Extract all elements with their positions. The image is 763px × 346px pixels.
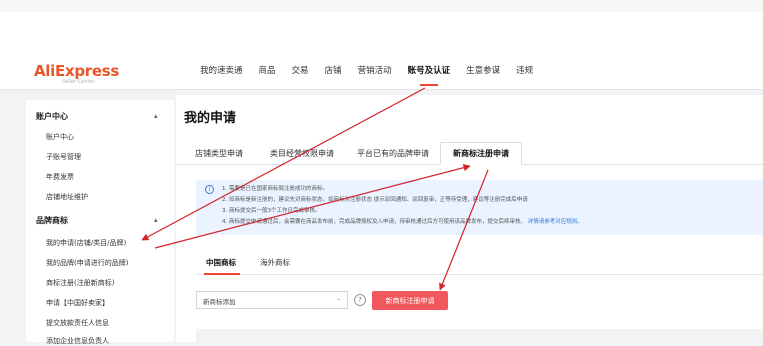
sidebar-item-my-brands[interactable]: 我的品牌(申请进行的品牌) <box>46 258 128 268</box>
tab-store-type[interactable]: 店铺类型申请 <box>182 142 256 165</box>
trademark-type-select[interactable]: 新商标添加 ⌄ <box>196 291 348 309</box>
rules-link[interactable]: 详情请参考对应规则。 <box>528 219 583 225</box>
help-icon[interactable]: ? <box>354 294 366 306</box>
main-content: 我的申请 店铺类型申请 类目经营权限申请 平台已有的品牌申请 新商标注册申请 i… <box>176 95 763 342</box>
nav-store[interactable]: 店铺 <box>325 64 342 80</box>
nav-account-auth[interactable]: 账号及认证 <box>408 64 451 80</box>
logo-subtitle: Seller Center <box>62 79 95 85</box>
main-nav: 我的速卖通 商品 交易 店铺 营销活动 账号及认证 生意参谋 违规 <box>200 64 549 80</box>
sidebar: 账户中心 ▴ 账户中心 子账号管理 年费发票 店铺地址维护 品牌商标 ▴ 我的申… <box>26 100 174 345</box>
sidebar-item-enterprise-info[interactable]: 添加企业信息负责人 <box>46 336 109 346</box>
sidebar-item-annual-invoice[interactable]: 年费发票 <box>46 172 74 182</box>
collapse-icon[interactable]: ▴ <box>154 112 158 120</box>
top-header: AliExpress Seller Center 我的速卖通 商品 交易 店铺 … <box>0 0 763 90</box>
subtab-overseas-trademark[interactable]: 海外商标 <box>260 257 290 268</box>
sidebar-item-my-applications[interactable]: 我的申请(店铺/类目/品牌) <box>46 238 126 248</box>
sidebar-group-account[interactable]: 账户中心 <box>36 111 68 122</box>
trademark-region-tabs: 中国商标 海外商标 <box>196 255 763 275</box>
notice-line: 4. 商标提交申请通过后，会需要在商品发布前，完成品牌授权及入申请，待审核通过后… <box>222 217 583 225</box>
nav-business-advisor[interactable]: 生意参谋 <box>466 64 500 80</box>
sidebar-group-brand[interactable]: 品牌商标 <box>36 215 68 226</box>
notice-line: 3. 商标提交后一般3个工作日完成审核。 <box>222 208 321 214</box>
nav-violations[interactable]: 违规 <box>516 64 533 80</box>
page-title: 我的申请 <box>184 111 237 126</box>
notice-box: i 1. 需要是已在国家商标局注册成功的商标。 2. 如商标是新注册的，建议先对… <box>196 180 763 235</box>
tab-new-trademark[interactable]: 新商标注册申请 <box>440 142 522 165</box>
table-header-placeholder <box>196 329 763 342</box>
sidebar-item-store-address[interactable]: 店铺地址维护 <box>46 192 88 202</box>
nav-my-aliexpress[interactable]: 我的速卖通 <box>200 64 243 80</box>
chevron-down-icon: ⌄ <box>335 295 341 302</box>
sidebar-item-sub-accounts[interactable]: 子账号管理 <box>46 152 81 162</box>
active-subtab-underline <box>204 273 240 275</box>
browser-strip <box>0 0 763 12</box>
notice-line: 1. 需要是已在国家商标局注册成功的商标。 <box>222 186 328 192</box>
subtab-china-trademark[interactable]: 中国商标 <box>206 257 236 268</box>
notice-line-text: 4. 商标提交申请通过后，会需要在商品发布前，完成品牌授权及入申请，待审核通过后… <box>222 219 526 225</box>
info-icon: i <box>205 185 214 194</box>
active-nav-underline <box>420 84 438 86</box>
nav-products[interactable]: 商品 <box>259 64 276 80</box>
sidebar-item-good-seller[interactable]: 申请【中国好卖家】 <box>46 298 109 308</box>
sidebar-item-payout-person[interactable]: 提交放款责任人信息 <box>46 318 109 328</box>
select-value: 新商标添加 <box>203 298 236 306</box>
tab-category-permission[interactable]: 类目经营权限申请 <box>258 142 346 165</box>
tab-existing-brand[interactable]: 平台已有的品牌申请 <box>348 142 438 165</box>
application-tabs: 店铺类型申请 类目经营权限申请 平台已有的品牌申请 新商标注册申请 <box>176 142 763 165</box>
sidebar-item-trademark-register[interactable]: 商标注册(注册新商标) <box>46 278 114 288</box>
aliexpress-logo[interactable]: AliExpress <box>34 62 119 80</box>
notice-line: 2. 如商标是新注册的，建议先对商标状态，如商标对注册状态 提示驳回通知、驳回复… <box>222 197 528 203</box>
nav-orders[interactable]: 交易 <box>292 64 309 80</box>
sidebar-item-account-center[interactable]: 账户中心 <box>46 132 74 142</box>
nav-marketing[interactable]: 营销活动 <box>358 64 392 80</box>
new-trademark-apply-button[interactable]: 新商标注册申请 <box>372 291 448 310</box>
collapse-icon[interactable]: ▴ <box>154 216 158 224</box>
